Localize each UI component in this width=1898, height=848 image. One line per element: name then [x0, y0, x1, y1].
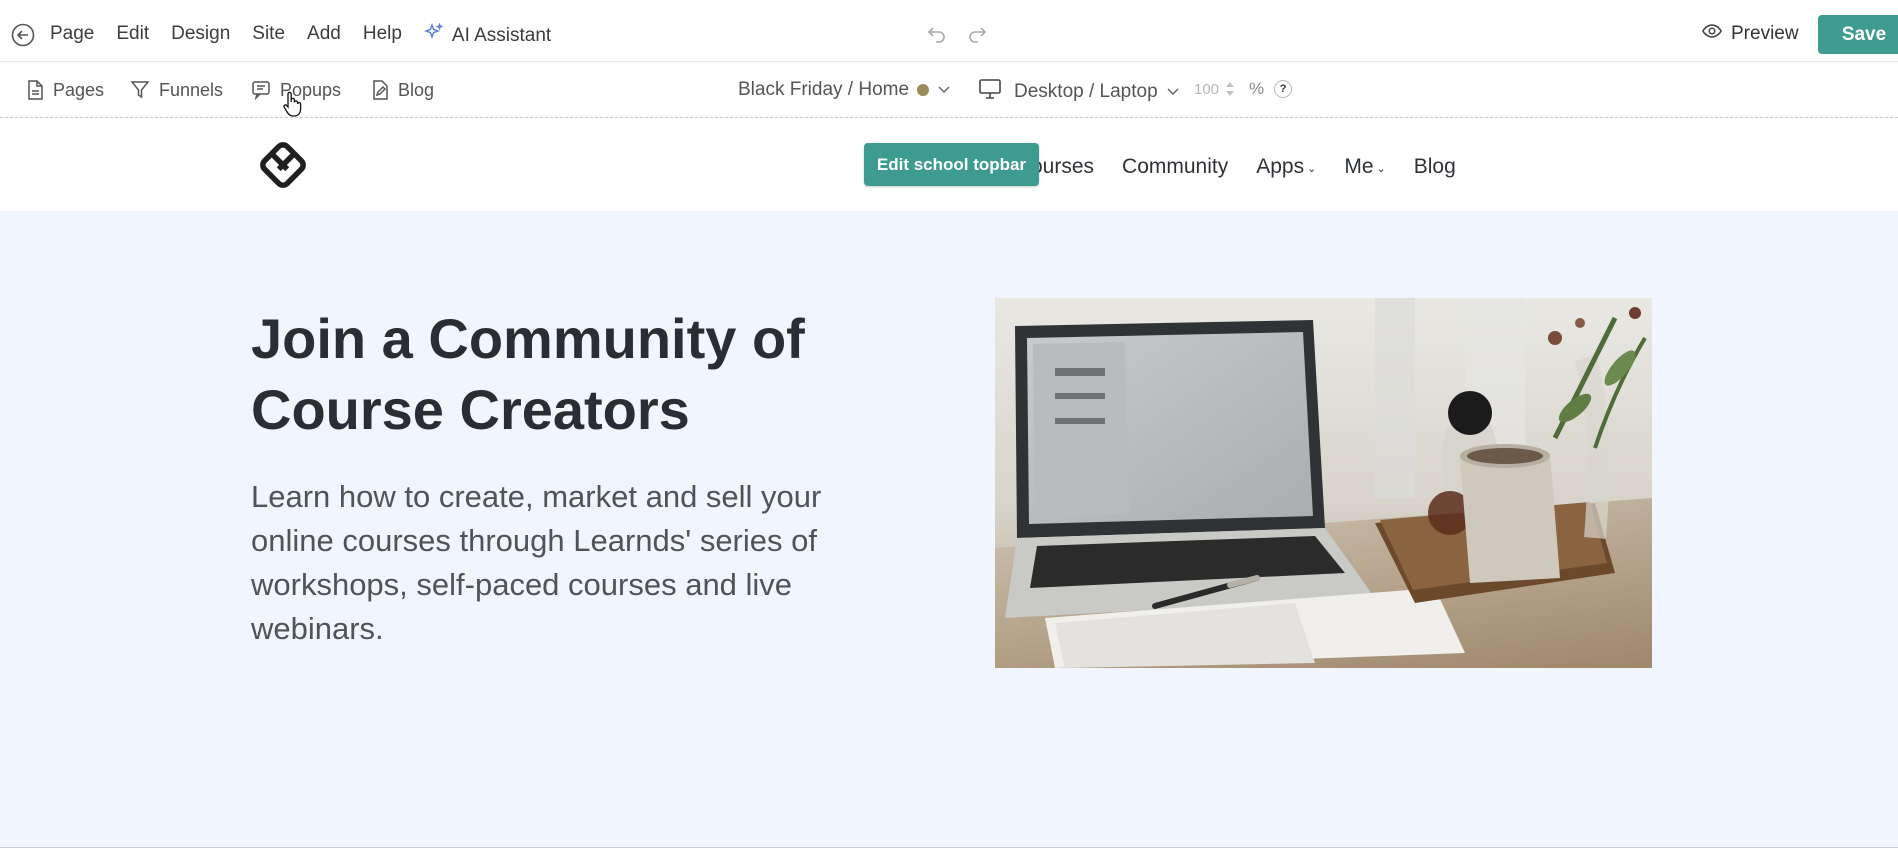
- chevron-down-icon: ⌄: [1376, 163, 1386, 175]
- device-selector-label: Desktop / Laptop: [1014, 81, 1158, 102]
- preview-button[interactable]: Preview: [1701, 20, 1799, 48]
- hand-cursor-icon: [282, 91, 302, 117]
- site-nav: ourses Community Apps ⌄ Me ⌄ Blog: [1031, 152, 1484, 182]
- menu-page[interactable]: Page: [50, 22, 94, 49]
- undo-icon[interactable]: [925, 22, 949, 46]
- chevron-down-icon: ⌄: [1307, 163, 1317, 175]
- hero-title[interactable]: Join a Community of Course Creators: [251, 303, 871, 445]
- popup-icon: [251, 80, 271, 100]
- laptop-desk-photo: [995, 298, 1652, 668]
- menu-design[interactable]: Design: [171, 22, 230, 49]
- save-button[interactable]: Save: [1818, 15, 1898, 54]
- tab-blog[interactable]: Blog: [371, 79, 434, 101]
- tab-pages-label: Pages: [53, 80, 105, 100]
- tab-funnels-label: Funnels: [159, 80, 224, 100]
- chevron-down-icon: [1166, 81, 1180, 103]
- preview-label: Preview: [1731, 23, 1799, 44]
- school-topbar[interactable]: ourses Community Apps ⌄ Me ⌄ Blog Edit s…: [0, 118, 1898, 211]
- chevron-down-icon: [937, 79, 951, 101]
- nav-apps-label: Apps: [1256, 155, 1305, 178]
- nav-blog-label: Blog: [1413, 155, 1456, 178]
- funnel-icon: [130, 80, 150, 100]
- nav-courses-label: ourses: [1031, 155, 1095, 178]
- school-logo-icon[interactable]: [258, 140, 308, 190]
- tab-pages[interactable]: Pages: [26, 79, 104, 101]
- hero-section: Join a Community of Course Creators Lear…: [0, 211, 1898, 848]
- history-controls: [925, 22, 989, 46]
- nav-blog[interactable]: Blog: [1414, 154, 1456, 180]
- editor-topbar: Page Edit Design Site Add Help AI Assist…: [0, 0, 1898, 62]
- edit-school-topbar-button[interactable]: Edit school topbar: [864, 143, 1039, 186]
- nav-apps[interactable]: Apps ⌄: [1256, 152, 1316, 182]
- monitor-icon: [978, 78, 1002, 106]
- document-icon: [26, 80, 44, 100]
- nav-courses[interactable]: ourses: [1031, 154, 1094, 180]
- nav-community-label: Community: [1122, 155, 1229, 178]
- main-menu: Page Edit Design Site Add Help AI Assist…: [50, 22, 551, 49]
- ai-assistant-label: AI Assistant: [451, 24, 552, 46]
- redo-icon[interactable]: [965, 22, 989, 46]
- zoom-input[interactable]: 100: [1194, 81, 1219, 98]
- page-selector[interactable]: Black Friday / Home: [738, 79, 951, 101]
- tab-blog-label: Blog: [398, 80, 435, 100]
- blog-edit-icon: [371, 80, 389, 100]
- hero-image-laptop[interactable]: [995, 298, 1652, 668]
- nav-me[interactable]: Me ⌄: [1344, 152, 1385, 182]
- device-selector[interactable]: Desktop / Laptop: [978, 78, 1180, 106]
- menu-add[interactable]: Add: [307, 22, 341, 49]
- help-icon[interactable]: ?: [1274, 80, 1293, 98]
- page-status-dot: [917, 84, 930, 96]
- ai-assistant-button[interactable]: AI Assistant: [423, 22, 552, 49]
- back-arrow-icon[interactable]: [11, 23, 35, 47]
- menu-edit[interactable]: Edit: [116, 22, 149, 49]
- zoom-stepper-icon[interactable]: [1225, 80, 1235, 98]
- zoom-unit: %: [1249, 79, 1265, 98]
- zoom-control: 100 % ?: [1194, 79, 1293, 99]
- nav-me-label: Me: [1344, 155, 1374, 178]
- menu-help[interactable]: Help: [363, 22, 402, 49]
- sparkle-icon: [423, 22, 444, 49]
- menu-site[interactable]: Site: [252, 22, 285, 49]
- tab-funnels[interactable]: Funnels: [130, 79, 223, 101]
- nav-community[interactable]: Community: [1122, 154, 1228, 180]
- eye-icon: [1701, 20, 1723, 48]
- page-selector-label: Black Friday / Home: [738, 79, 910, 100]
- hero-subtitle[interactable]: Learn how to create, market and sell you…: [251, 475, 871, 651]
